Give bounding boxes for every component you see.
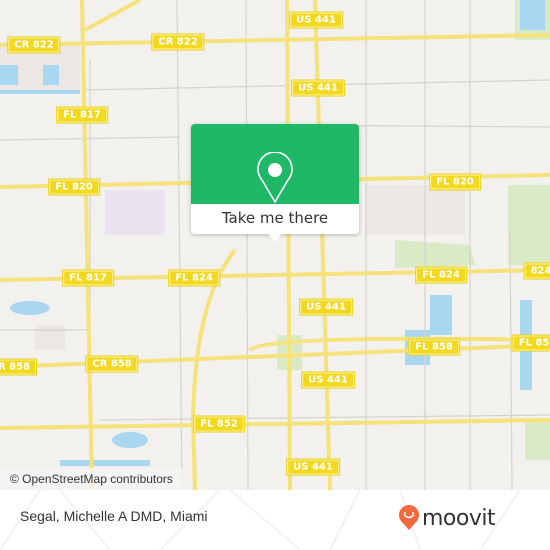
road-label: US 441 [292, 80, 344, 96]
take-me-there-button[interactable]: Take me there [191, 204, 359, 234]
road-label: US 441 [287, 459, 339, 475]
map-canvas [0, 0, 550, 490]
road-label: CR 858 [86, 356, 138, 372]
map-pin-icon [257, 152, 293, 203]
popup-pointer [267, 232, 283, 242]
footer: Segal, Michelle A DMD, Miami moovit [0, 490, 550, 550]
park [525, 420, 550, 460]
road-label: FL 852 [194, 416, 244, 432]
road-label: FL 85 [512, 335, 550, 351]
road-label: FL 817 [63, 270, 113, 286]
road-label: US 441 [290, 12, 342, 28]
road-label: FL 824 [169, 270, 219, 286]
road-label: FL 824 [416, 267, 466, 283]
road-label: US 441 [302, 372, 354, 388]
location-popup: Take me there [191, 124, 359, 242]
road-label: R 858 [0, 359, 37, 375]
road-label: FL 817 [57, 107, 107, 123]
map-view[interactable]: CR 822 CR 822 US 441 US 441 FL 817 FL 82… [0, 0, 550, 490]
brand-name: moovit [422, 505, 496, 531]
map-attribution[interactable]: © OpenStreetMap contributors [0, 468, 183, 490]
moovit-pin-icon [399, 505, 419, 530]
road-label: 824 [524, 263, 550, 279]
road-label: CR 822 [152, 34, 204, 50]
landuse-area [35, 325, 65, 350]
road-label: CR 822 [8, 37, 60, 53]
road-label: US 441 [300, 299, 352, 315]
park [395, 240, 475, 268]
landuse-area [365, 185, 465, 235]
place-title: Segal, Michelle A DMD, Miami [20, 508, 208, 524]
moovit-logo[interactable]: moovit [398, 505, 496, 531]
popup-header [191, 124, 359, 204]
road-label: FL 858 [409, 339, 459, 355]
park [508, 185, 550, 265]
landuse-area [105, 190, 165, 235]
road-label: FL 820 [430, 174, 480, 190]
road-label: FL 820 [49, 179, 99, 195]
